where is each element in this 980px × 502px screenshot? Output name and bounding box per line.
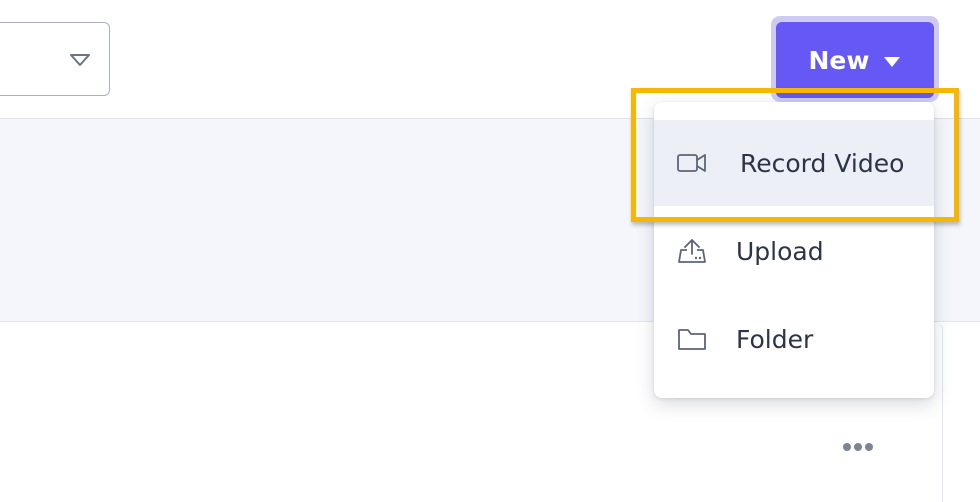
menu-item-label: Upload (736, 236, 824, 266)
menu-item-record-video[interactable]: Record Video (654, 120, 934, 206)
video-camera-icon (677, 154, 706, 172)
menu-item-upload[interactable]: Upload (654, 208, 934, 294)
triangle-down-icon (70, 54, 90, 66)
new-dropdown-menu: Record Video Upload Folder (654, 102, 934, 398)
new-button-label: New (808, 45, 870, 75)
menu-item-folder[interactable]: Folder (654, 296, 934, 382)
upload-icon (678, 239, 706, 263)
more-horizontal-icon[interactable] (842, 441, 874, 453)
menu-item-label: Folder (736, 324, 814, 354)
caret-down-icon (884, 56, 901, 67)
menu-item-label: Record Video (740, 148, 905, 178)
filter-select[interactable] (0, 22, 110, 96)
folder-icon (678, 329, 706, 350)
new-button[interactable]: New (776, 22, 934, 98)
